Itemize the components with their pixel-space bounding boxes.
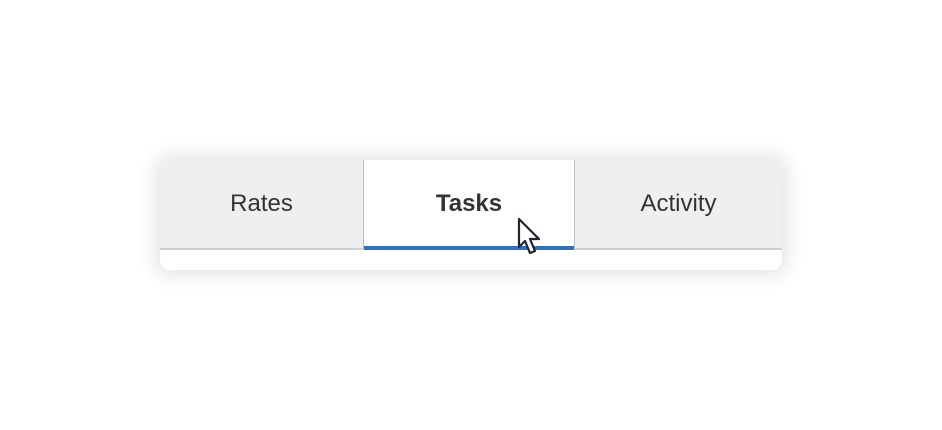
tab-rates[interactable]: Rates [160,160,363,248]
stage: Rates Tasks Activity [0,0,942,430]
tab-rates-label: Rates [230,190,293,217]
tab-bar: Rates Tasks Activity [160,160,782,250]
tab-activity[interactable]: Activity [575,160,782,248]
tab-activity-label: Activity [640,190,717,217]
tab-tasks-label: Tasks [435,190,503,217]
mouse-pointer-icon [517,217,541,255]
tab-panel: Rates Tasks Activity [160,160,782,270]
